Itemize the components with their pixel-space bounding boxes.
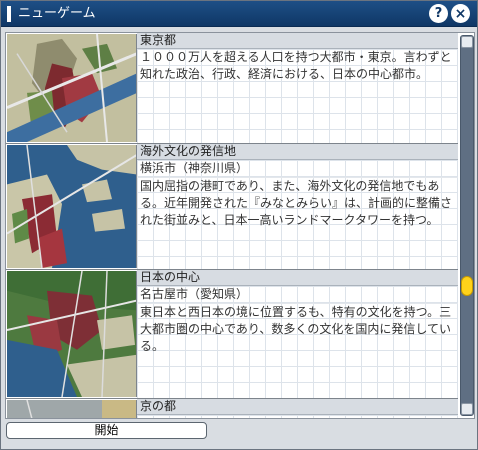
scenario-list: 東京都 １０００万人を超える人口を持つ大都市・東京。言わずと知れた政治、行政、経…: [6, 33, 458, 418]
entry-subtitle: 名古屋市（愛知県）: [137, 286, 458, 304]
yokohama-map-thumbnail-icon: [7, 145, 137, 268]
entry-title: 海外文化の発信地: [137, 144, 458, 160]
list-item[interactable]: 京の都: [6, 399, 458, 418]
entry-description: 国内屈指の港町であり、また、海外文化の発信地でもある。近年開発された『みなとみら…: [140, 179, 453, 227]
entry-title: 日本の中心: [137, 270, 458, 286]
vertical-scrollbar[interactable]: [460, 35, 474, 416]
scenario-list-frame: 東京都 １０００万人を超える人口を持つ大都市・東京。言わずと知れた政治、行政、経…: [5, 32, 475, 419]
entry-text: 海外文化の発信地 横浜市（神奈川県） 国内屈指の港町であり、また、海外文化の発信…: [137, 144, 458, 269]
list-item[interactable]: 海外文化の発信地 横浜市（神奈川県） 国内屈指の港町であり、また、海外文化の発信…: [6, 144, 458, 270]
new-game-window: ニューゲーム ? × 東京都 １０００万人を超える人口を持つ大都市・東京。言わず…: [0, 0, 478, 450]
scroll-up-arrow[interactable]: [461, 36, 473, 48]
entry-text: 京の都: [137, 399, 458, 418]
entry-text: 東京都 １０００万人を超える人口を持つ大都市・東京。言わずと知れた政治、行政、経…: [137, 33, 458, 143]
entry-text: 日本の中心 名古屋市（愛知県） 東日本と西日本の境に位置するも、特有の文化を持つ…: [137, 270, 458, 398]
window-title: ニューゲーム: [18, 6, 96, 21]
list-item[interactable]: 東京都 １０００万人を超える人口を持つ大都市・東京。言わずと知れた政治、行政、経…: [6, 33, 458, 144]
tokyo-map-thumbnail-icon: [7, 34, 137, 142]
entry-title: 京の都: [137, 399, 458, 415]
entry-title: 東京都: [137, 33, 458, 49]
close-button[interactable]: ×: [451, 4, 470, 23]
entry-description: １０００万人を超える人口を持つ大都市・東京。言わずと知れた政治、行政、経済におけ…: [140, 50, 452, 81]
list-item[interactable]: 日本の中心 名古屋市（愛知県） 東日本と西日本の境に位置するも、特有の文化を持つ…: [6, 270, 458, 399]
kyoto-map-thumbnail-icon: [7, 400, 137, 418]
scroll-thumb[interactable]: [461, 275, 473, 296]
entry-description: 東日本と西日本の境に位置するも、特有の文化を持つ。三大都市圏の中心であり、数多く…: [140, 305, 452, 353]
title-marker: [7, 6, 11, 22]
title-bar: ニューゲーム ? ×: [1, 1, 477, 27]
start-button[interactable]: 開始: [6, 422, 207, 439]
help-button[interactable]: ?: [429, 4, 448, 23]
entry-subtitle: 横浜市（神奈川県）: [137, 160, 458, 178]
scroll-down-arrow[interactable]: [461, 403, 473, 415]
nagoya-map-thumbnail-icon: [7, 271, 137, 397]
